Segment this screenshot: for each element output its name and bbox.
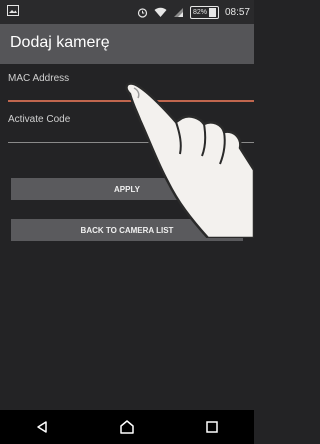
nav-recents-button[interactable]	[192, 412, 232, 442]
status-time: 08:57	[224, 6, 250, 18]
back-icon	[37, 421, 48, 433]
recents-icon	[205, 421, 218, 433]
navigation-bar	[0, 410, 254, 444]
image-notification-icon	[7, 5, 19, 16]
pointing-hand-icon	[125, 82, 254, 238]
battery-level: 82%	[192, 8, 207, 16]
app-bar: Dodaj kamerę	[0, 24, 254, 64]
status-icons: 82% 08:57	[137, 5, 250, 19]
signal-icon	[173, 7, 183, 17]
battery-icon: 82%	[189, 5, 219, 19]
status-bar: 82% 08:57	[0, 0, 254, 24]
home-icon	[120, 420, 134, 434]
battery-charge-icon	[208, 7, 216, 17]
alarm-icon	[137, 7, 148, 18]
nav-home-button[interactable]	[107, 412, 147, 442]
nav-back-button[interactable]	[22, 412, 62, 442]
wifi-icon	[154, 7, 167, 17]
page-title: Dodaj kamerę	[10, 34, 110, 51]
